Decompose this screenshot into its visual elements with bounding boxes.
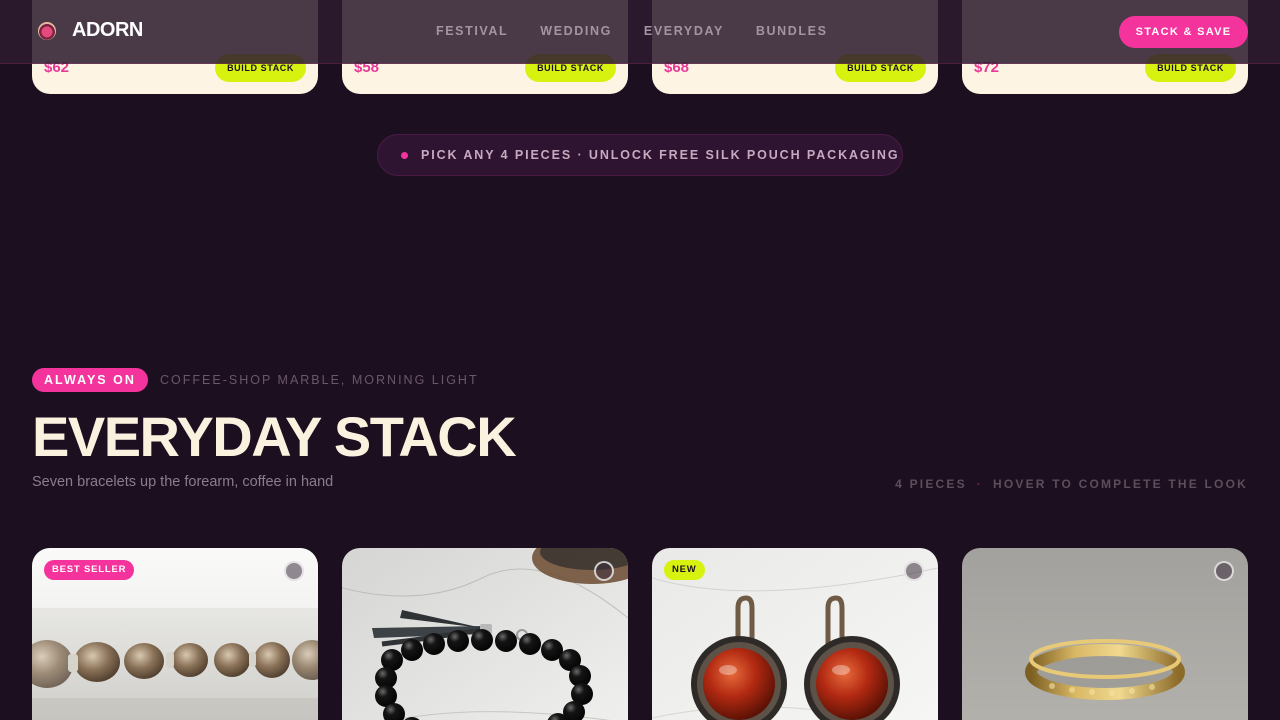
product-card[interactable]	[342, 548, 628, 720]
nav-item-bundles[interactable]: BUNDLES	[756, 24, 828, 38]
section-title: EVERYDAY STACK	[32, 405, 517, 468]
stack-and-save-button[interactable]: STACK & SAVE	[1119, 16, 1248, 48]
product-card[interactable]: BEST SELLER	[32, 548, 318, 720]
favorite-circle-icon[interactable]	[1214, 561, 1234, 581]
section-tag-subtitle: COFFEE-SHOP MARBLE, MORNING LIGHT	[160, 373, 479, 387]
nav-item-wedding[interactable]: WEDDING	[540, 24, 612, 38]
product-card[interactable]	[962, 548, 1248, 720]
brand-gem-icon	[38, 21, 56, 40]
meta-separator: ·	[976, 477, 983, 491]
favorite-circle-icon[interactable]	[594, 561, 614, 581]
promo-text: PICK ANY 4 PIECES · UNLOCK FREE SILK POU…	[421, 148, 900, 162]
product-card[interactable]: NEW	[652, 548, 938, 720]
piece-count: 4 PIECES	[895, 477, 967, 491]
product-image	[342, 548, 628, 720]
brand-logo[interactable]: ADORN	[38, 19, 143, 42]
best-seller-badge: BEST SELLER	[44, 560, 135, 580]
promo-banner: PICK ANY 4 PIECES · UNLOCK FREE SILK POU…	[377, 134, 903, 176]
dot-icon	[401, 151, 408, 159]
nav-item-festival[interactable]: FESTIVAL	[436, 24, 508, 38]
nav-item-everyday[interactable]: EVERYDAY	[644, 24, 724, 38]
product-image	[962, 548, 1248, 720]
brand-name: ADORN	[72, 19, 143, 41]
new-badge: NEW	[664, 560, 705, 580]
section-description: Seven bracelets up the forearm, coffee i…	[32, 474, 334, 490]
favorite-circle-icon[interactable]	[284, 561, 304, 581]
hover-hint: HOVER TO COMPLETE THE LOOK	[993, 477, 1248, 491]
section-tag: ALWAYS ON	[32, 368, 148, 392]
site-header: ADORN FESTIVAL WEDDING EVERYDAY BUNDLES …	[0, 0, 1280, 64]
favorite-circle-icon[interactable]	[904, 561, 924, 581]
section-meta: 4 PIECES · HOVER TO COMPLETE THE LOOK	[895, 477, 1248, 491]
main-nav: FESTIVAL WEDDING EVERYDAY BUNDLES	[436, 24, 860, 38]
